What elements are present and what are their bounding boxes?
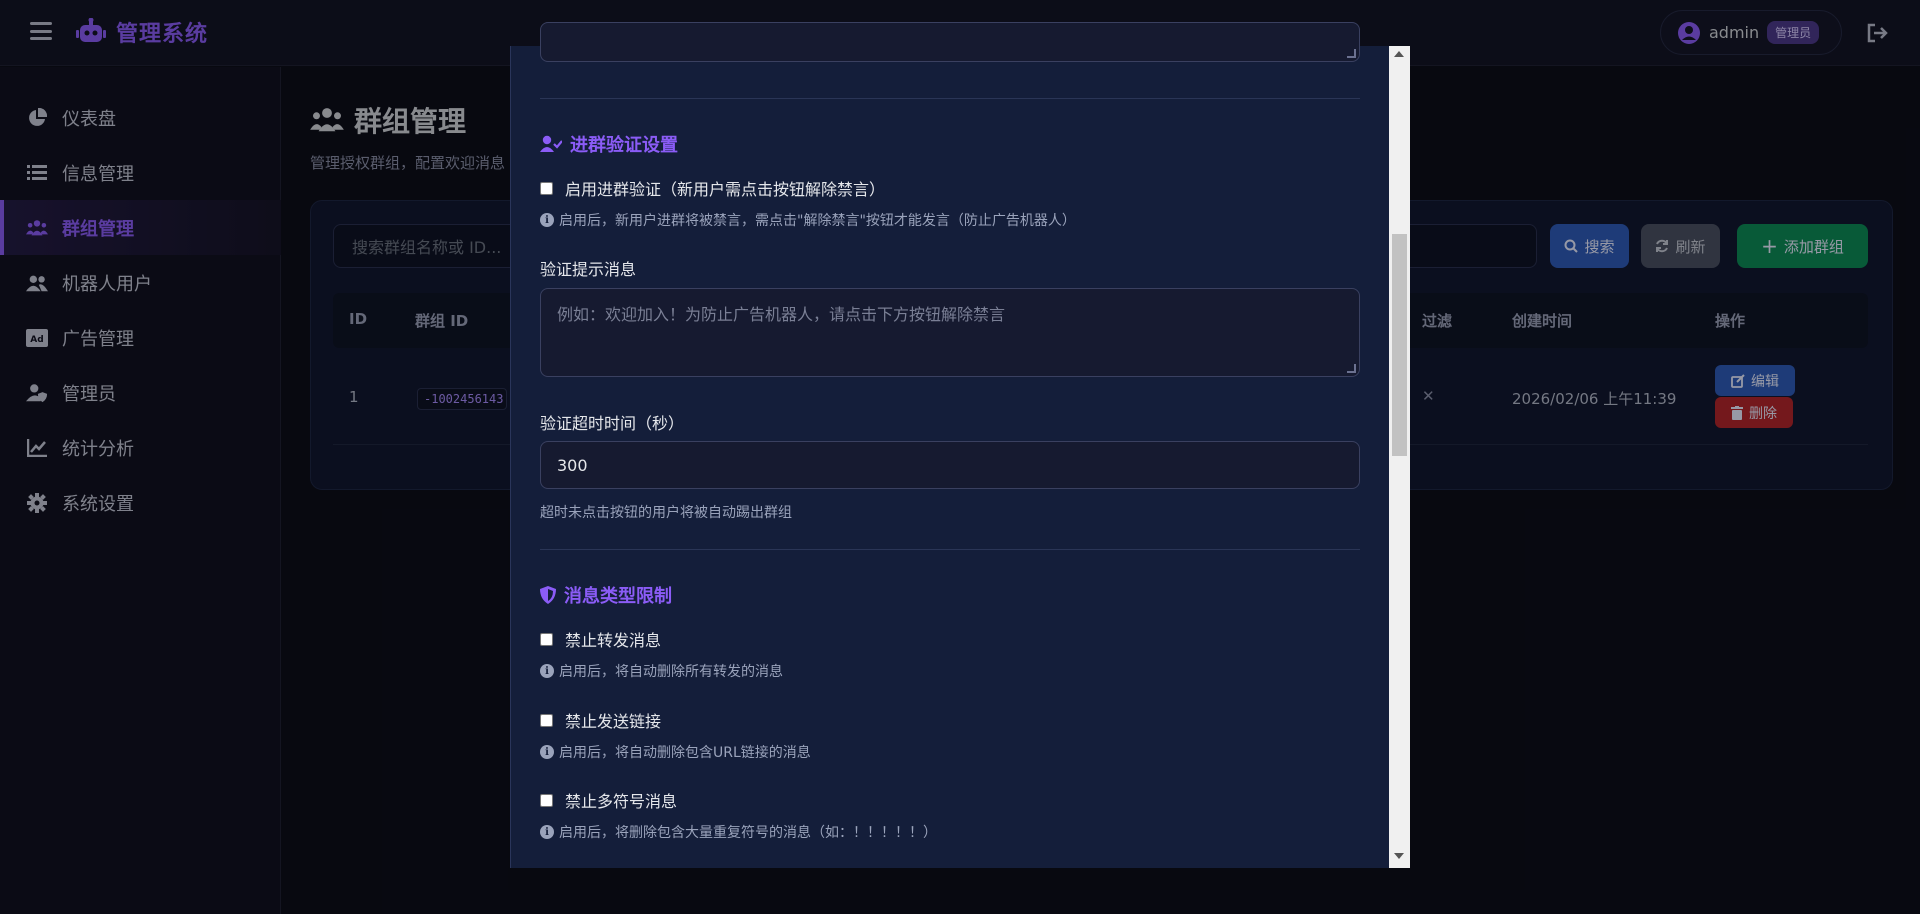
resize-grip-icon[interactable] (1347, 49, 1356, 58)
verify-timeout-help: 超时未点击按钮的用户将被自动踢出群组 (540, 505, 792, 521)
verify-timeout-label: 验证超时时间（秒） (540, 414, 685, 433)
forward-hint: i 启用后，将自动删除所有转发的消息 (540, 661, 783, 681)
resize-grip-icon[interactable] (1347, 364, 1356, 373)
info-icon: i (540, 664, 554, 678)
user-check-icon (540, 135, 562, 152)
verify-message-textarea[interactable]: 例如：欢迎加入！为防止广告机器人，请点击下方按钮解除禁言 (540, 288, 1360, 377)
scroll-down-icon[interactable] (1394, 853, 1404, 859)
link-checkbox[interactable] (540, 713, 553, 727)
symbol-checkbox[interactable] (540, 793, 553, 807)
section-divider (540, 98, 1360, 99)
verify-enable-checkbox[interactable] (540, 181, 553, 195)
forward-checkbox-row[interactable]: 禁止转发消息 (540, 627, 661, 651)
welcome-message-textarea[interactable] (540, 22, 1360, 62)
modal-scrollbar[interactable] (1389, 46, 1410, 868)
symbol-hint: i 启用后，将删除包含大量重复符号的消息（如：！！！！！） (540, 822, 937, 842)
link-checkbox-row[interactable]: 禁止发送链接 (540, 708, 661, 732)
link-hint: i 启用后，将自动删除包含URL链接的消息 (540, 742, 811, 762)
verify-enable-hint: i 启用后，新用户进群将被禁言，需点击"解除禁言"按钮才能发言（防止广告机器人） (540, 210, 1076, 230)
info-icon: i (540, 745, 554, 759)
shield-icon (540, 586, 556, 604)
verify-section-title: 进群验证设置 (540, 131, 678, 157)
section-divider (540, 549, 1360, 550)
scroll-up-icon[interactable] (1394, 51, 1404, 57)
verify-enable-checkbox-row[interactable]: 启用进群验证（新用户需点击按钮解除禁言） (540, 176, 885, 200)
symbol-checkbox-row[interactable]: 禁止多符号消息 (540, 788, 677, 812)
info-icon: i (540, 213, 554, 227)
info-icon: i (540, 825, 554, 839)
verify-timeout-input[interactable]: 300 (540, 441, 1360, 489)
verify-message-label: 验证提示消息 (540, 260, 637, 279)
modal-scroll-thumb[interactable] (1392, 234, 1407, 456)
forward-checkbox[interactable] (540, 632, 553, 646)
msg-section-title: 消息类型限制 (540, 582, 672, 608)
